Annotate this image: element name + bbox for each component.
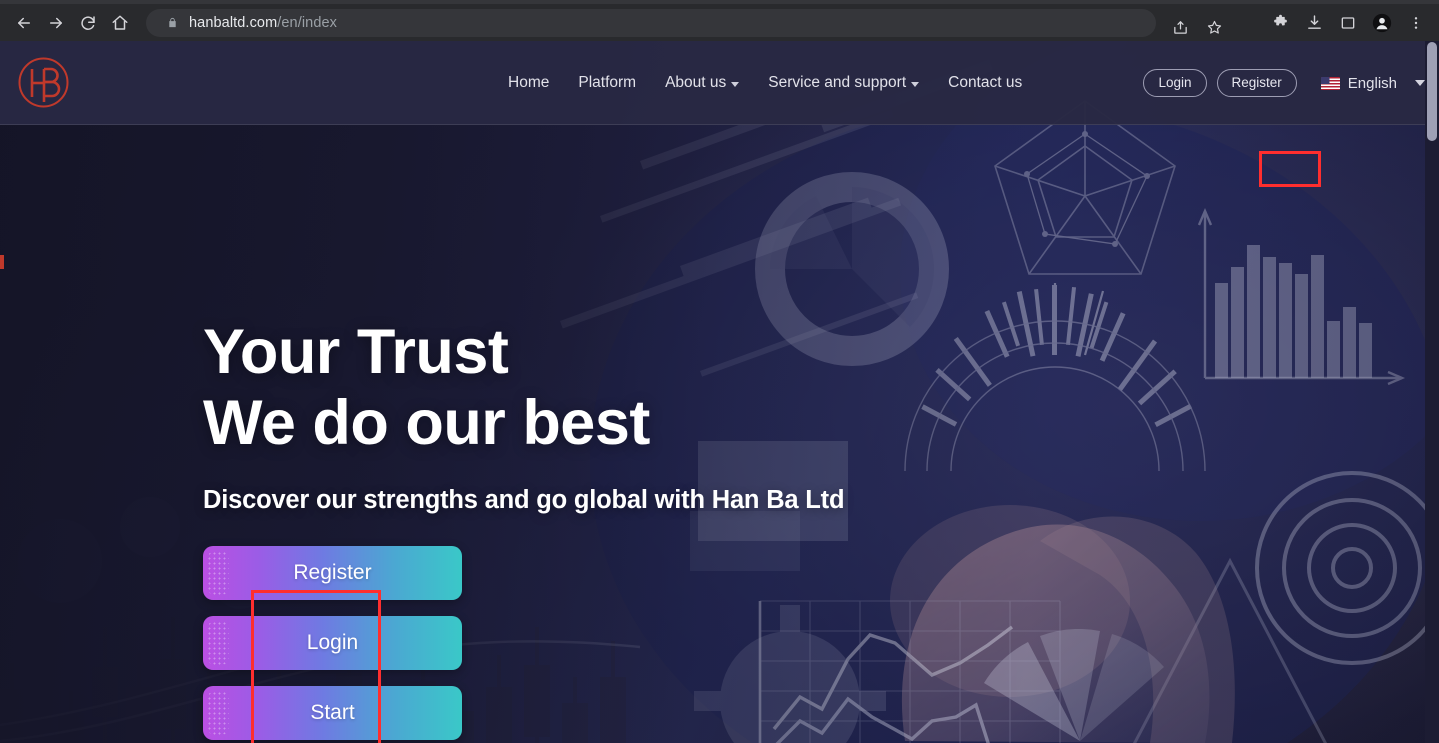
profile-avatar-icon[interactable] [1367, 8, 1397, 38]
back-icon[interactable] [8, 7, 40, 39]
side-panel-icon[interactable] [1333, 8, 1363, 38]
dot-pattern-icon [207, 551, 229, 595]
browser-toolbar-right [1263, 8, 1439, 38]
nav-label-about-us: About us [665, 74, 727, 91]
lock-icon [166, 16, 179, 29]
page-scrollbar-thumb[interactable] [1427, 42, 1437, 141]
site-header: Home Platform About us Service and suppo… [0, 41, 1439, 125]
hero-subheadline: Discover our strengths and go global wit… [203, 486, 845, 514]
hero-register-label: Register [293, 561, 372, 584]
hero-register-button[interactable]: Register [203, 546, 462, 600]
header-actions: Login Register English [1143, 41, 1425, 125]
three-dot-menu-icon[interactable] [1401, 8, 1431, 38]
us-flag-icon [1320, 76, 1340, 90]
hero-cta-group: Register Login Start [203, 546, 462, 740]
url-path: /en/index [277, 14, 338, 31]
share-icon[interactable] [1165, 12, 1195, 42]
download-icon[interactable] [1299, 8, 1329, 38]
reload-icon[interactable] [72, 7, 104, 39]
nav-label-home: Home [508, 74, 550, 91]
chevron-down-icon [911, 82, 920, 87]
url-host: hanbaltd.com [189, 14, 278, 31]
nav-label-platform: Platform [578, 74, 637, 91]
chevron-down-icon [1415, 80, 1425, 86]
address-bar-url: hanbaltd.com/en/index [189, 15, 337, 31]
left-edge-marker [0, 255, 4, 269]
page-viewport: Home Platform About us Service and suppo… [0, 41, 1439, 743]
hero-start-button[interactable]: Start [203, 686, 462, 740]
page-scrollbar[interactable] [1425, 41, 1439, 743]
nav-item-contact-us[interactable]: Contact us [948, 74, 1022, 92]
browser-toolbar: hanbaltd.com/en/index [0, 4, 1439, 41]
language-label: English [1347, 74, 1397, 92]
dot-pattern-icon [207, 621, 229, 665]
site-logo[interactable] [16, 55, 71, 110]
hero-section: Your Trust We do our best Discover our s… [0, 125, 1439, 743]
omnibox-action-icons [1163, 12, 1231, 42]
nav-item-home[interactable]: Home [508, 74, 549, 92]
dot-pattern-icon [207, 691, 229, 735]
hero-login-button[interactable]: Login [203, 616, 462, 670]
forward-icon[interactable] [40, 7, 72, 39]
hb-logo-icon [18, 57, 69, 108]
home-icon[interactable] [104, 7, 136, 39]
puzzle-piece-icon[interactable] [1265, 8, 1295, 38]
main-navigation: Home Platform About us Service and suppo… [508, 41, 1022, 125]
language-selector[interactable]: English [1320, 74, 1425, 92]
chevron-down-icon [731, 82, 740, 87]
address-bar[interactable]: hanbaltd.com/en/index [146, 8, 1156, 37]
nav-item-service-and-support[interactable]: Service and support [768, 74, 920, 92]
nav-label-contact-us: Contact us [948, 74, 1023, 91]
star-icon[interactable] [1199, 12, 1229, 42]
browser-nav-buttons [0, 7, 136, 39]
hero-login-label: Login [306, 631, 359, 654]
nav-item-about-us[interactable]: About us [665, 74, 740, 92]
header-register-button[interactable]: Register [1216, 68, 1297, 98]
hero-headline: Your Trust We do our best [203, 317, 650, 458]
nav-item-platform[interactable]: Platform [578, 74, 636, 92]
nav-label-service-and-support: Service and support [768, 74, 907, 91]
header-login-button[interactable]: Login [1143, 68, 1207, 98]
hero-start-label: Start [310, 701, 355, 724]
